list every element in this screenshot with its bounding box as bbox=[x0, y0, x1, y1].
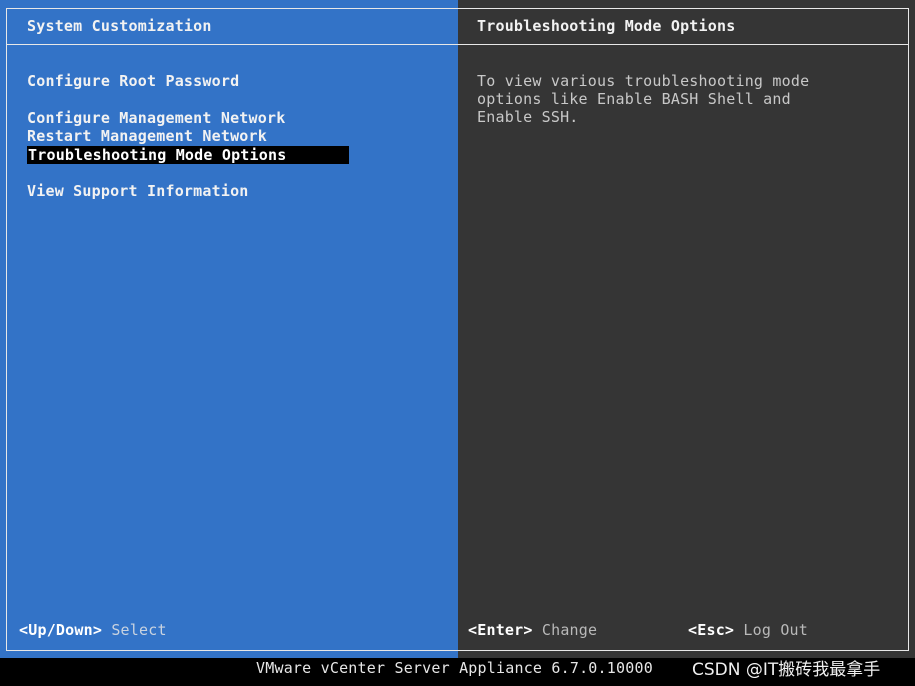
description-line: options like Enable BASH Shell and bbox=[477, 90, 791, 108]
menu-item-configure-root-password[interactable]: Configure Root Password bbox=[27, 72, 348, 90]
option-description: To view various troubleshooting mode opt… bbox=[477, 72, 897, 126]
watermark: CSDN @IT搬砖我最拿手 bbox=[692, 660, 881, 680]
right-header-divider bbox=[458, 44, 909, 45]
description-line: Enable SSH. bbox=[477, 108, 579, 126]
updown-key: <Up/Down> bbox=[19, 621, 103, 639]
select-action: Select bbox=[111, 621, 167, 639]
menu-item-view-support-information[interactable]: View Support Information bbox=[27, 182, 348, 200]
menu-item-restart-management-network[interactable]: Restart Management Network bbox=[27, 127, 348, 145]
menu-item-troubleshooting-mode-options[interactable]: Troubleshooting Mode Options bbox=[27, 146, 349, 164]
description-line: To view various troubleshooting mode bbox=[477, 72, 810, 90]
left-header-divider bbox=[6, 44, 458, 45]
right-panel-title: Troubleshooting Mode Options bbox=[477, 17, 736, 35]
menu-item-configure-management-network[interactable]: Configure Management Network bbox=[27, 109, 348, 127]
left-panel-title: System Customization bbox=[27, 17, 212, 35]
esc-key: <Esc> bbox=[688, 621, 735, 639]
enter-change-hint: <Enter> Change bbox=[468, 621, 597, 639]
left-panel bbox=[0, 0, 458, 658]
change-action: Change bbox=[541, 621, 598, 639]
esc-logout-hint: <Esc> Log Out bbox=[688, 621, 808, 639]
product-version: VMware vCenter Server Appliance 6.7.0.10… bbox=[256, 659, 653, 677]
logout-action: Log Out bbox=[743, 621, 809, 639]
updown-select-hint: <Up/Down> Select bbox=[19, 621, 167, 639]
enter-key: <Enter> bbox=[468, 621, 533, 639]
dcui-screen: System Customization Troubleshooting Mod… bbox=[0, 0, 915, 686]
